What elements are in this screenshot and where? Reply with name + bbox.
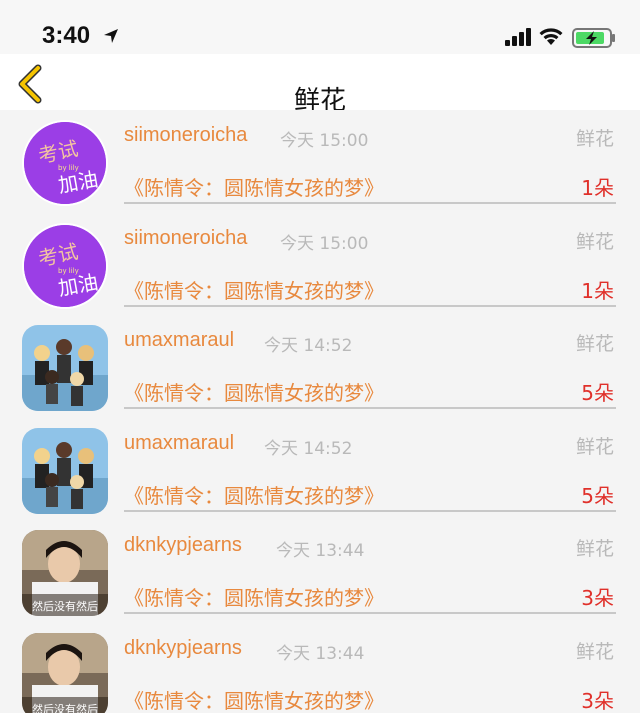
row-divider [124,509,616,512]
username[interactable]: dknkypjearns [124,637,242,660]
gift-type: 鲜花 [575,640,614,663]
username[interactable]: umaxmaraul [124,432,234,455]
wifi-icon [539,28,563,45]
row-divider [124,304,616,307]
gift-type: 鲜花 [575,230,614,253]
avatar-caption: 然后没有然后 [32,702,98,713]
book-title[interactable]: 《陈情令：圆陈情女孩的梦》 [124,275,384,304]
list-item[interactable]: 然后没有然后 dknkypjearns 今天 13:44 鲜花 《陈情令：圆陈情… [0,623,640,713]
avatar-caption: 然后没有然后 [32,599,98,613]
avatar: 考试 by lily 加油 [22,120,108,206]
username[interactable]: siimoneroicha [124,227,247,250]
avatar [22,427,108,514]
list-item[interactable]: umaxmaraul 今天 14:52 鲜花 《陈情令：圆陈情女孩的梦》 5朵 [0,418,640,521]
status-bar: 3:40 [0,0,640,54]
flower-count: 5朵 [581,483,614,508]
book-title[interactable]: 《陈情令：圆陈情女孩的梦》 [124,172,384,201]
timestamp: 今天 15:00 [280,233,369,254]
timestamp: 今天 14:52 [264,336,353,356]
status-time: 3:40 [42,22,91,49]
avatar: 然后没有然后 [22,632,108,713]
username[interactable]: dknkypjearns [124,534,242,557]
flower-count: 3朵 [581,586,614,610]
flower-list: 考试 by lily 加油 siimoneroicha 今天 15:00 鲜花 … [0,110,640,713]
list-item[interactable]: 然后没有然后 dknkypjearns 今天 13:44 鲜花 《陈情令：圆陈情… [0,520,640,623]
avatar: 然后没有然后 [22,530,108,616]
location-arrow-icon [104,29,118,43]
list-item[interactable]: 考试 by lily 加油 siimoneroicha 今天 15:00 鲜花 … [0,110,640,213]
avatar [22,325,108,411]
book-title[interactable]: 《陈情令：圆陈情女孩的梦》 [124,480,384,509]
row-divider [124,407,616,409]
gift-type: 鲜花 [575,333,614,355]
row-divider [124,612,616,614]
nav-bar: 鲜花 [0,54,640,116]
username[interactable]: umaxmaraul [124,329,234,352]
book-title[interactable]: 《陈情令：圆陈情女孩的梦》 [124,377,384,406]
timestamp: 今天 14:52 [264,438,353,459]
flower-count: 3朵 [581,688,614,713]
signal-icon [505,28,531,46]
timestamp: 今天 15:00 [280,131,369,151]
timestamp: 今天 13:44 [276,643,365,664]
timestamp: 今天 13:44 [276,541,365,561]
list-item[interactable]: 考试 by lily 加油 siimoneroicha 今天 15:00 鲜花 … [0,213,640,316]
battery-charging-icon [572,28,615,48]
list-item[interactable]: umaxmaraul 今天 14:52 鲜花 《陈情令：圆陈情女孩的梦》 5朵 [0,315,640,418]
gift-type: 鲜花 [575,538,614,560]
book-title[interactable]: 《陈情令：圆陈情女孩的梦》 [124,582,384,611]
gift-type: 鲜花 [575,435,614,458]
username[interactable]: siimoneroicha [124,124,247,147]
flower-count: 5朵 [581,381,614,405]
book-title[interactable]: 《陈情令：圆陈情女孩的梦》 [124,685,384,713]
flower-count: 1朵 [581,176,614,200]
row-divider [124,202,616,204]
gift-type: 鲜花 [575,128,614,150]
avatar: 考试 by lily 加油 [22,222,108,309]
flower-count: 1朵 [581,278,614,303]
